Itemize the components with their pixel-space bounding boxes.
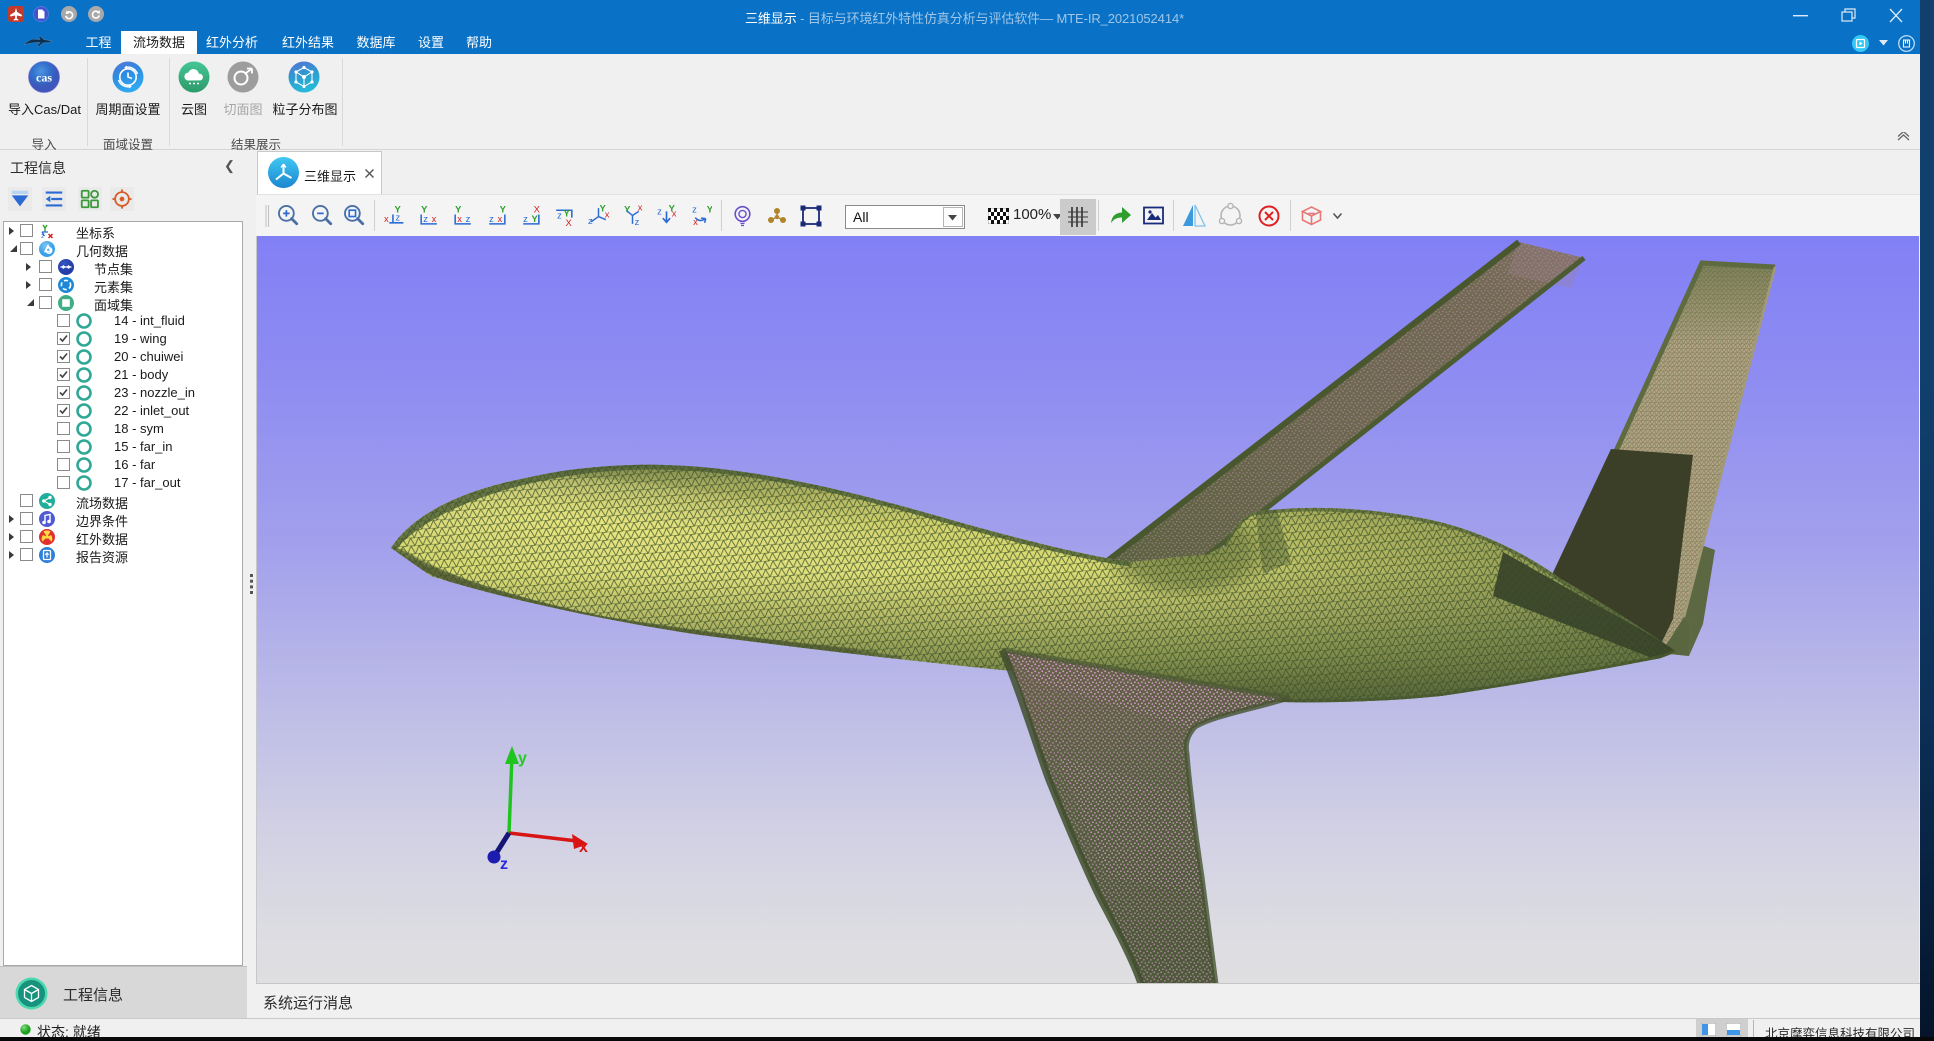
svg-text:z: z bbox=[692, 204, 697, 214]
svg-text:x: x bbox=[672, 208, 677, 219]
svg-text:x: x bbox=[638, 204, 643, 212]
svg-text:z: z bbox=[523, 213, 528, 224]
svg-text:z: z bbox=[396, 212, 401, 223]
svg-text:Y: Y bbox=[624, 204, 631, 214]
svg-text:z: z bbox=[657, 205, 662, 216]
svg-text:z: z bbox=[41, 233, 44, 240]
svg-text:Y: Y bbox=[532, 213, 539, 224]
svg-text:cas: cas bbox=[36, 71, 52, 85]
svg-text:z: z bbox=[489, 213, 494, 224]
svg-text:x: x bbox=[384, 213, 389, 224]
svg-text:z: z bbox=[557, 210, 562, 221]
svg-text:z: z bbox=[635, 216, 640, 227]
svg-text:x: x bbox=[498, 213, 503, 224]
svg-text:x: x bbox=[605, 209, 610, 220]
svg-text:x: x bbox=[693, 216, 698, 227]
svg-text:x: x bbox=[457, 213, 462, 224]
svg-text:z: z bbox=[466, 213, 471, 224]
svg-text:X: X bbox=[566, 217, 573, 227]
svg-text:z: z bbox=[588, 215, 593, 226]
svg-text:y: y bbox=[518, 750, 527, 767]
svg-text:x: x bbox=[579, 839, 588, 856]
svg-text:x: x bbox=[432, 213, 437, 224]
svg-text:z: z bbox=[423, 213, 428, 224]
svg-text:z: z bbox=[500, 856, 508, 873]
svg-text:Y: Y bbox=[707, 204, 712, 214]
